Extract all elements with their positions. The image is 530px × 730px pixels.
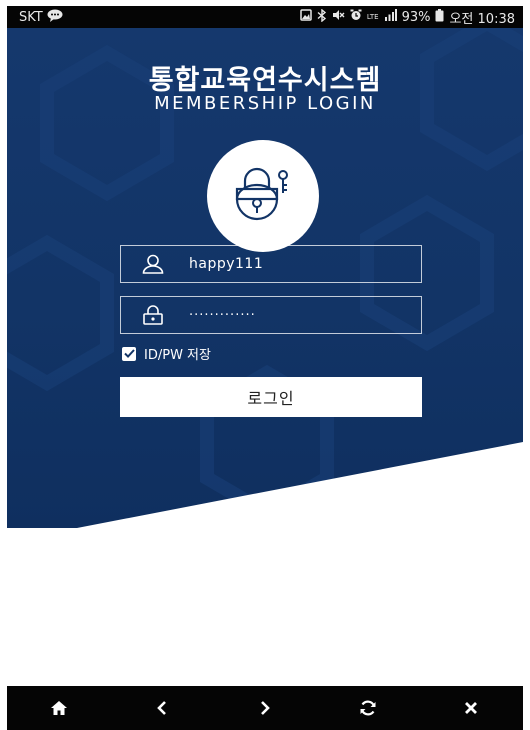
login-panel: 통합교육연수시스템 MEMBERSHIP LOGIN happy111 ····… [7, 28, 523, 528]
refresh-button[interactable] [338, 686, 398, 730]
alarm-icon [350, 9, 362, 25]
back-button[interactable] [132, 686, 192, 730]
battery-percent: 93% [401, 9, 431, 25]
lock-badge [207, 140, 319, 252]
page-title: 통합교육연수시스템 [148, 65, 382, 96]
bottom-nav [7, 686, 523, 730]
close-button[interactable] [441, 686, 501, 730]
login-button[interactable]: 로그인 [120, 377, 422, 417]
lte-icon: LTE [366, 12, 379, 21]
page-subtitle: MEMBERSHIP LOGIN [154, 93, 376, 114]
battery-icon [435, 8, 444, 26]
save-credentials-row[interactable]: ID/PW 저장 [122, 344, 211, 363]
photo-icon [300, 9, 312, 25]
mute-icon [332, 9, 345, 25]
home-icon [50, 701, 67, 715]
save-checkbox[interactable] [122, 346, 136, 361]
username-value[interactable]: happy111 [189, 256, 263, 272]
padlock-key-icon [235, 167, 288, 221]
home-button[interactable] [29, 686, 89, 730]
user-icon [131, 254, 175, 274]
password-value[interactable]: ············· [189, 308, 256, 323]
lock-icon [131, 305, 175, 325]
refresh-icon [360, 700, 376, 716]
app-screen: SKT LTE 93% 오전 10:38 통합교육연수시스템 MEMBERSHI… [0, 0, 530, 730]
back-icon [156, 701, 166, 715]
status-left: SKT [19, 9, 63, 25]
chat-bubble-icon [47, 9, 63, 25]
forward-icon [261, 701, 270, 715]
status-bar: SKT LTE 93% 오전 10:38 [7, 6, 523, 28]
check-icon [123, 349, 135, 358]
close-icon [465, 702, 478, 714]
password-field[interactable]: ············· [120, 296, 422, 334]
clock: 오전 10:38 [449, 11, 515, 27]
signal-icon [384, 9, 397, 25]
forward-button[interactable] [235, 686, 295, 730]
bluetooth-icon [317, 8, 327, 26]
status-right: LTE 93% 오전 10:38 [300, 8, 515, 27]
carrier-label: SKT [19, 9, 43, 25]
save-label[interactable]: ID/PW 저장 [144, 344, 211, 363]
username-field[interactable]: happy111 [120, 245, 422, 283]
